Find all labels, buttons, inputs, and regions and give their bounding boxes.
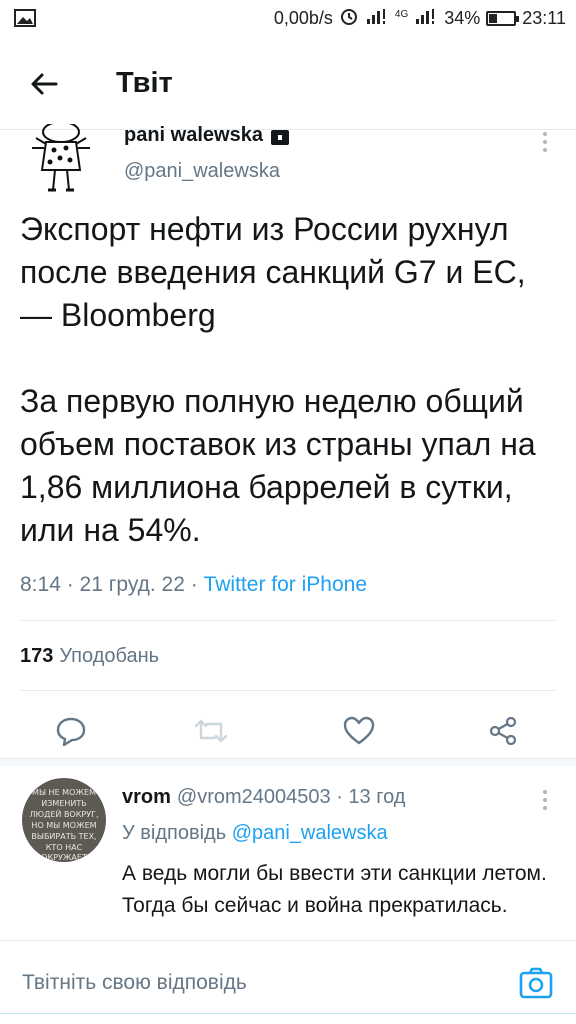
- likes-number: 173: [20, 645, 54, 667]
- tweet-source-link[interactable]: Twitter for iPhone: [204, 573, 367, 596]
- avatar-text-line: ИЗМЕНИТЬ: [41, 799, 87, 808]
- comment-icon: [56, 717, 86, 746]
- heart-icon: [343, 716, 375, 745]
- lock-icon: [270, 128, 289, 145]
- gallery-notification-icon: [14, 9, 36, 32]
- like-button[interactable]: [336, 708, 382, 754]
- likes-label: Уподобань: [59, 645, 160, 667]
- alarm-icon: [339, 6, 359, 31]
- avatar-text-line: ВЫБИРАТЬ ТЕХ,: [31, 832, 97, 841]
- reply-to-mention[interactable]: @pani_walewska: [232, 822, 388, 844]
- arrow-left-icon: [31, 73, 58, 95]
- likes-count[interactable]: 173 Уподобань: [20, 645, 159, 668]
- divider: [20, 620, 556, 621]
- reply-header: vrom @vrom24004503 · 13 год: [122, 786, 405, 809]
- divider: [20, 690, 556, 691]
- reply-button[interactable]: [48, 708, 94, 754]
- tweet-actions: [0, 708, 576, 754]
- avatar-text-line: МЫ НЕ МОЖЕМ: [32, 788, 96, 797]
- author-avatar[interactable]: [22, 121, 100, 196]
- app-bar: Твіт: [0, 36, 576, 130]
- share-button[interactable]: [480, 708, 526, 754]
- author-handle: @pani_walewska: [124, 160, 280, 182]
- tweet-author[interactable]: pani walewska @pani_walewska: [0, 121, 576, 202]
- compose-bar: Твітніть свою відповідь: [0, 940, 576, 1024]
- camera-button[interactable]: [518, 965, 554, 1001]
- avatar-text-line: НО МЫ МОЖЕМ: [31, 821, 97, 830]
- reply-to-label: У відповідь: [122, 822, 227, 844]
- net-speed: 0,00b/s: [273, 8, 333, 28]
- share-icon: [489, 716, 517, 746]
- battery-percent: 34%: [444, 8, 481, 28]
- author-name: pani walewska: [124, 124, 263, 146]
- status-icons: 0,00b/s 4G 34% 23:11: [274, 6, 566, 31]
- back-button[interactable]: [22, 62, 66, 106]
- signal-icon: [365, 7, 389, 30]
- tweet-meta: 8:14 · 21 груд. 22 · Twitter for iPhone: [20, 573, 367, 597]
- reply-avatar[interactable]: МЫ НЕ МОЖЕМ ИЗМЕНИТЬ ЛЮДЕЙ ВОКРУГ, НО МЫ…: [22, 778, 106, 862]
- more-vertical-icon[interactable]: [540, 130, 550, 154]
- battery-icon: [486, 11, 520, 26]
- network-type: 4G: [394, 9, 409, 20]
- reply-tweet[interactable]: МЫ НЕ МОЖЕМ ИЗМЕНИТЬ ЛЮДЕЙ ВОКРУГ, НО МЫ…: [0, 770, 576, 940]
- retweet-icon: [194, 719, 228, 743]
- retweet-button[interactable]: [188, 708, 234, 754]
- signal-icon-2: [414, 7, 438, 30]
- status-bar: 0,00b/s 4G 34% 23:11: [0, 0, 576, 36]
- avatar-text-line: ЛЮДЕЙ ВОКРУГ,: [29, 810, 99, 819]
- reply-author-handle: @vrom24004503 · 13 год: [176, 786, 406, 808]
- more-vertical-icon[interactable]: [540, 788, 550, 812]
- reply-input[interactable]: Твітніть свою відповідь: [22, 971, 247, 995]
- clock: 23:11: [522, 8, 566, 28]
- tweet-text: Экспорт нефти из России рухнул после вве…: [20, 211, 536, 548]
- tweet-timestamp: 8:14 · 21 груд. 22 ·: [20, 573, 198, 596]
- compose-underline: [0, 1013, 576, 1014]
- reply-author-name[interactable]: vrom: [122, 786, 171, 808]
- page-title: Твіт: [116, 67, 173, 99]
- reply-text: А ведь могли бы ввести эти санкции летом…: [122, 862, 547, 917]
- section-separator: [0, 758, 576, 766]
- reply-to-line: У відповідь @pani_walewska: [122, 822, 388, 845]
- author-name-row[interactable]: pani walewska: [124, 124, 289, 147]
- camera-icon: [519, 967, 553, 999]
- avatar-text-line: КТО НАС ОКРУЖАЕТ: [41, 843, 87, 862]
